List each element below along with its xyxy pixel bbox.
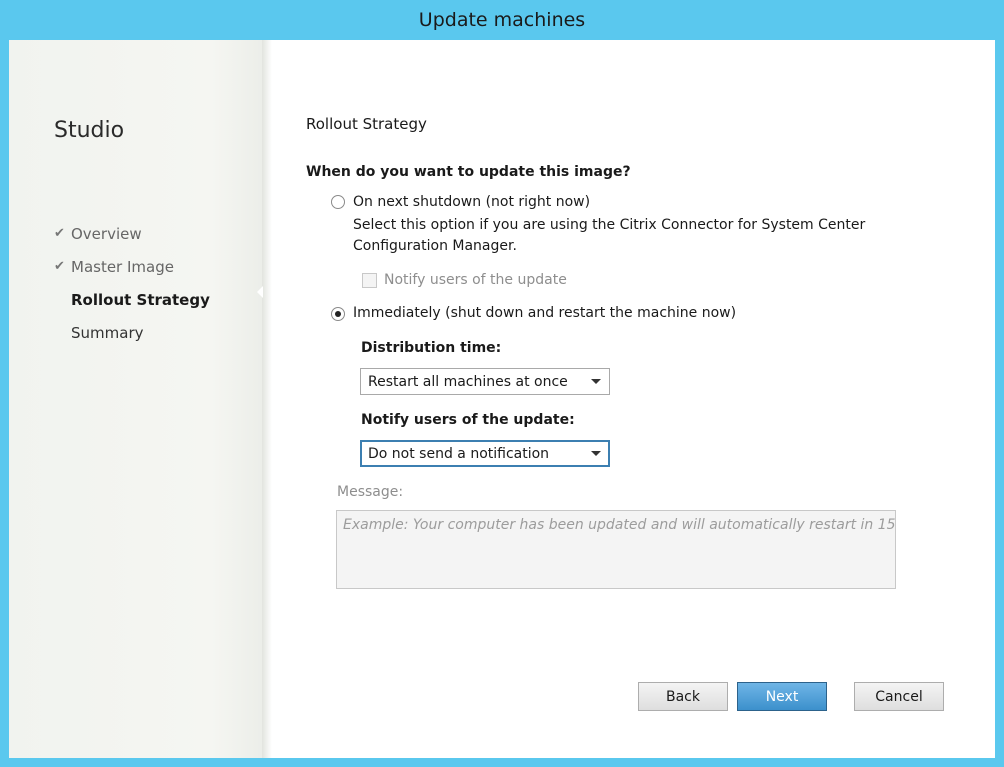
- wizard-sidebar: Studio ✔ Overview ✔ Master Image Rollout…: [9, 40, 262, 758]
- notify-users-label: Notify users of the update:: [361, 412, 575, 428]
- back-button-label: Back: [666, 688, 700, 705]
- distribution-time-label: Distribution time:: [361, 340, 502, 356]
- sidebar-divider: [262, 40, 272, 758]
- next-button[interactable]: Next: [737, 682, 827, 711]
- notify-users-value: Do not send a notification: [368, 445, 550, 462]
- step-summary[interactable]: Summary: [54, 316, 210, 349]
- message-textarea[interactable]: Example: Your computer has been updated …: [336, 510, 896, 589]
- checkmark-icon: ✔: [54, 226, 65, 241]
- chevron-down-icon: [591, 379, 601, 384]
- dialog-frame: Studio ✔ Overview ✔ Master Image Rollout…: [9, 40, 995, 758]
- next-button-label: Next: [765, 688, 799, 705]
- distribution-time-value: Restart all machines at once: [368, 373, 568, 390]
- distribution-time-select[interactable]: Restart all machines at once: [360, 368, 610, 395]
- cancel-button-label: Cancel: [875, 688, 923, 705]
- step-label: Summary: [71, 323, 144, 342]
- notify-users-select[interactable]: Do not send a notification: [360, 440, 610, 467]
- radio-immediately-label[interactable]: Immediately (shut down and restart the m…: [353, 305, 736, 321]
- step-label: Overview: [71, 224, 142, 243]
- next-shutdown-description: Select this option if you are using the …: [353, 217, 866, 254]
- page-title: Rollout Strategy: [306, 115, 427, 133]
- back-button[interactable]: Back: [638, 682, 728, 711]
- radio-next-shutdown[interactable]: [331, 195, 345, 209]
- window-title-bar: Update machines: [0, 0, 1004, 40]
- radio-immediately[interactable]: [331, 307, 345, 321]
- chevron-down-icon: [591, 451, 601, 456]
- sidebar-app-name: Studio: [54, 118, 125, 143]
- notify-users-checkbox-label[interactable]: Notify users of the update: [384, 272, 567, 288]
- active-step-pointer: [257, 286, 263, 298]
- wizard-steps: ✔ Overview ✔ Master Image Rollout Strate…: [54, 217, 210, 349]
- step-rollout-strategy[interactable]: Rollout Strategy: [54, 283, 210, 316]
- notify-users-checkbox[interactable]: [362, 273, 377, 288]
- checkmark-icon: ✔: [54, 259, 65, 274]
- cancel-button[interactable]: Cancel: [854, 682, 944, 711]
- message-placeholder: Example: Your computer has been updated …: [343, 517, 896, 533]
- step-label: Master Image: [71, 257, 174, 276]
- message-label: Message:: [337, 484, 404, 500]
- window-title: Update machines: [418, 9, 586, 31]
- step-overview[interactable]: ✔ Overview: [54, 217, 210, 250]
- question-label: When do you want to update this image?: [306, 164, 631, 180]
- step-label: Rollout Strategy: [71, 290, 210, 309]
- radio-next-shutdown-label[interactable]: On next shutdown (not right now): [353, 194, 590, 210]
- step-master-image[interactable]: ✔ Master Image: [54, 250, 210, 283]
